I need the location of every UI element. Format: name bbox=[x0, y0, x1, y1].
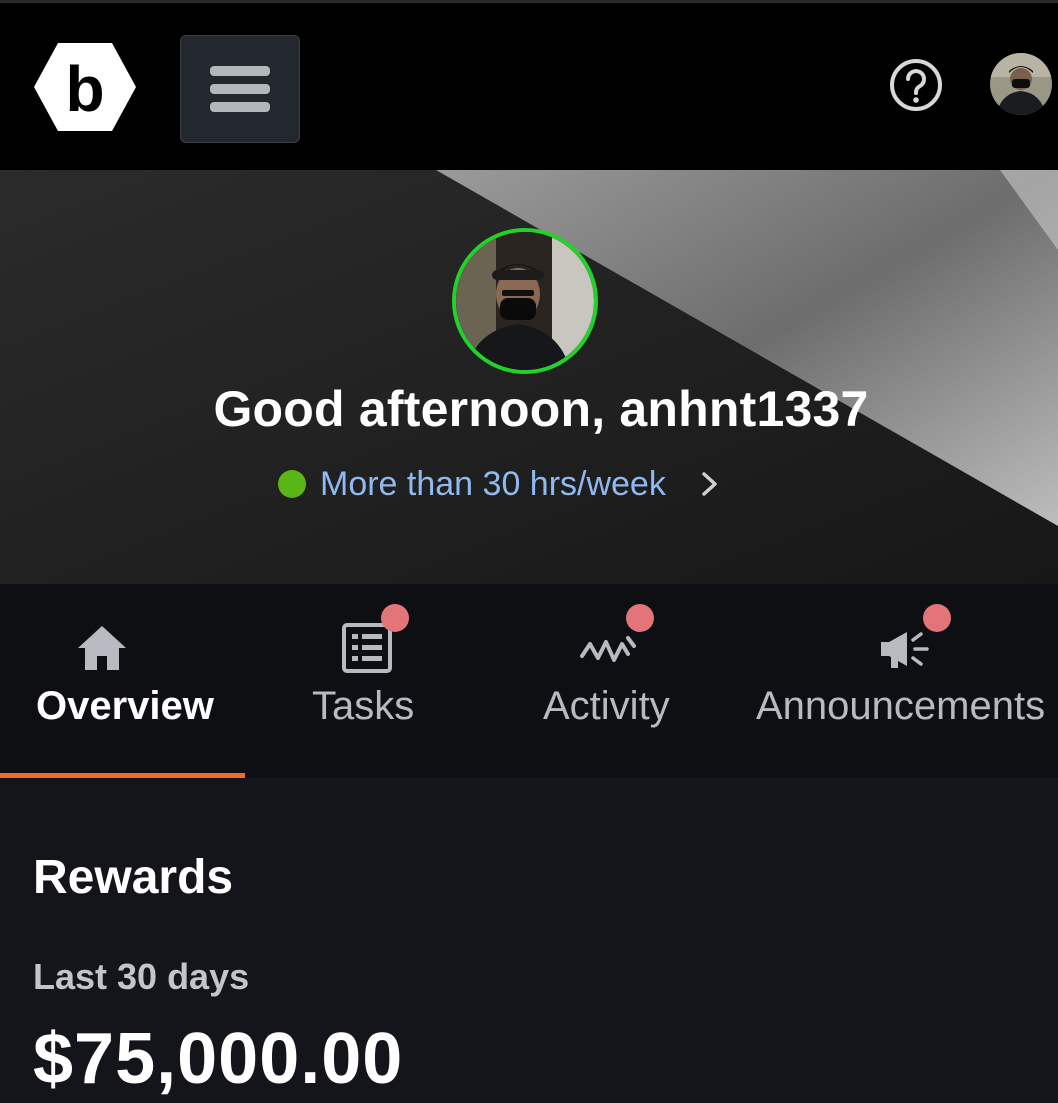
tab-bar: Overview Tasks Activity Announcements bbox=[0, 584, 1058, 778]
rewards-amount: $75,000.00 bbox=[33, 1019, 404, 1099]
avatar-photo bbox=[990, 53, 1052, 115]
profile-photo[interactable] bbox=[452, 228, 598, 374]
rewards-heading: Rewards bbox=[33, 851, 234, 904]
availability-link[interactable]: More than 30 hrs/week bbox=[278, 462, 720, 506]
tab-activity[interactable]: Activity bbox=[490, 584, 735, 778]
megaphone-icon bbox=[881, 632, 929, 668]
tab-overview-label: Overview bbox=[36, 684, 214, 728]
tab-tasks-label: Tasks bbox=[312, 684, 415, 728]
activity-icon bbox=[580, 636, 636, 662]
user-avatar[interactable] bbox=[990, 53, 1052, 115]
home-icon bbox=[78, 626, 126, 670]
availability-status-dot bbox=[278, 470, 306, 498]
availability-label: More than 30 hrs/week bbox=[320, 464, 666, 503]
greeting-heading: Good afternoon, anhnt1337 bbox=[213, 381, 869, 437]
rewards-section: Rewards Last 30 days $75,000.00 bbox=[0, 778, 1058, 1103]
help-circle-icon[interactable] bbox=[888, 57, 944, 113]
logo-letter: b bbox=[65, 53, 104, 125]
announcements-notification-badge bbox=[923, 604, 951, 632]
tab-tasks[interactable]: Tasks bbox=[245, 584, 490, 778]
tab-overview[interactable]: Overview bbox=[0, 584, 245, 778]
tab-activity-label: Activity bbox=[543, 684, 670, 728]
activity-notification-badge bbox=[626, 604, 654, 632]
tab-announcements-label: Announcements bbox=[756, 684, 1046, 728]
profile-photo-image bbox=[456, 232, 594, 370]
hamburger-menu-icon bbox=[210, 66, 270, 112]
hero-banner: Good afternoon, anhnt1337 More than 30 h… bbox=[0, 170, 1058, 584]
brand-logo[interactable]: b bbox=[32, 41, 138, 133]
top-navigation-bar: b bbox=[0, 0, 1058, 170]
menu-button[interactable] bbox=[180, 35, 300, 143]
chevron-right-icon bbox=[702, 472, 717, 496]
tasks-notification-badge bbox=[381, 604, 409, 632]
rewards-period-label: Last 30 days bbox=[33, 956, 250, 997]
tab-announcements[interactable]: Announcements bbox=[735, 584, 1058, 778]
